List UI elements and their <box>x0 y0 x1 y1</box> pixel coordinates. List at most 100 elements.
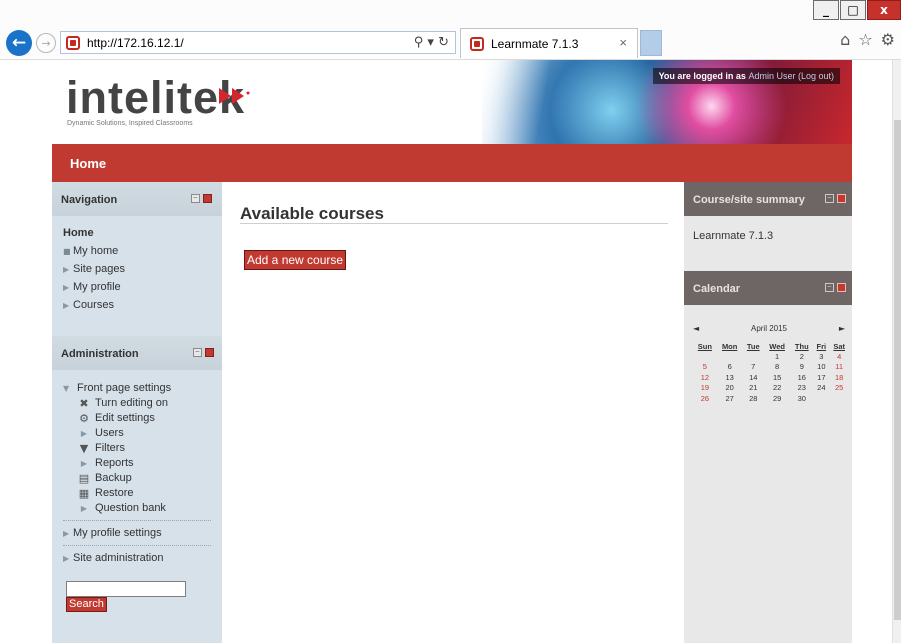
weekday-header: Thu <box>794 341 809 351</box>
calendar-day[interactable]: 21 <box>743 383 764 394</box>
nav-item-courses[interactable]: ▶ Courses <box>63 299 114 311</box>
my-profile-settings-label: My profile settings <box>73 527 162 539</box>
admin-item-filters[interactable]: ▼ Filters <box>77 441 125 455</box>
logout-link[interactable]: (Log out) <box>798 71 834 81</box>
back-arrow-icon[interactable]: ← <box>6 30 32 56</box>
calendar-day[interactable]: 17 <box>813 372 829 383</box>
tab-title[interactable]: Learnmate 7.1.3 <box>491 37 578 51</box>
calendar-week-row: 19 20 21 22 23 24 25 <box>693 383 849 394</box>
calendar-day[interactable]: 3 <box>813 351 829 362</box>
calendar-day[interactable]: 11 <box>829 362 849 373</box>
site-administration[interactable]: ▶ Site administration <box>63 552 164 564</box>
collapse-icon[interactable]: – <box>825 194 834 203</box>
calendar-day[interactable]: 25 <box>829 383 849 394</box>
calendar-day[interactable]: 6 <box>717 362 743 373</box>
calendar-day[interactable]: 20 <box>717 383 743 394</box>
scrollbar-thumb[interactable] <box>894 120 901 620</box>
calendar-week-row: 5 6 7 8 9 10 11 <box>693 362 849 373</box>
calendar-day[interactable]: 22 <box>764 383 790 394</box>
front-page-settings[interactable]: ▼ Front page settings <box>63 382 171 394</box>
search-refresh-icon[interactable]: ⚲ ▾ ↻ <box>414 35 449 50</box>
forward-arrow-icon[interactable]: → <box>36 33 56 53</box>
tab-close-icon[interactable]: × <box>619 35 627 50</box>
settings-gear-icon[interactable]: ⚙ <box>881 30 895 49</box>
main-content: Available courses Add a new course <box>222 182 684 643</box>
admin-search-input[interactable] <box>66 581 186 597</box>
collapse-icon[interactable]: – <box>193 348 202 357</box>
close-button[interactable]: x <box>867 0 901 20</box>
calendar-day[interactable]: 4 <box>829 351 849 362</box>
calendar-day[interactable]: 5 <box>693 362 717 373</box>
admin-item-question-bank[interactable]: ▶ Question bank <box>77 502 166 514</box>
admin-item-users[interactable]: ▶ Users <box>77 427 124 439</box>
calendar-day[interactable]: 8 <box>764 362 790 373</box>
calendar-day[interactable]: 26 <box>693 393 717 404</box>
admin-item-backup[interactable]: ▤ Backup <box>77 472 132 485</box>
calendar-day[interactable]: 24 <box>813 383 829 394</box>
favorites-star-icon[interactable]: ☆ <box>858 30 872 49</box>
calendar-day[interactable]: 2 <box>790 351 813 362</box>
calendar-month[interactable]: April 2015 <box>693 324 845 333</box>
calendar-day[interactable]: 28 <box>743 393 764 404</box>
calendar-day[interactable] <box>813 393 829 404</box>
calendar-day[interactable]: 14 <box>743 372 764 383</box>
calendar-day[interactable]: 27 <box>717 393 743 404</box>
dock-icon[interactable] <box>837 283 846 292</box>
dock-icon[interactable] <box>837 194 846 203</box>
add-new-course-button[interactable]: Add a new course <box>244 250 347 270</box>
browser-tab[interactable]: Learnmate 7.1.3 × <box>460 28 638 58</box>
admin-item-restore[interactable]: ▦ Restore <box>77 487 134 500</box>
address-bar[interactable]: http://172.16.12.1/ ⚲ ▾ ↻ <box>60 31 456 54</box>
admin-item-turn-editing-on[interactable]: ✖ Turn editing on <box>77 397 168 410</box>
home-icon[interactable]: ⌂ <box>840 30 850 49</box>
collapse-icon[interactable]: – <box>825 283 834 292</box>
admin-item-label: Turn editing on <box>95 397 168 409</box>
login-user-link[interactable]: Admin User <box>748 71 795 81</box>
nav-item-site-pages[interactable]: ▶ Site pages <box>63 263 125 275</box>
calendar-day[interactable]: 19 <box>693 383 717 394</box>
expand-arrow-icon: ▶ <box>80 428 88 438</box>
collapse-icon[interactable]: – <box>191 194 200 203</box>
address-url[interactable]: http://172.16.12.1/ <box>87 36 184 50</box>
calendar-day[interactable]: 1 <box>764 351 790 362</box>
admin-item-reports[interactable]: ▶ Reports <box>77 457 134 469</box>
minimize-button[interactable]: _ <box>813 0 839 20</box>
calendar-day[interactable] <box>743 351 764 362</box>
admin-search-button[interactable]: Search <box>66 597 107 612</box>
admin-item-label: Question bank <box>95 502 166 514</box>
next-month-icon[interactable]: ► <box>839 324 845 333</box>
moodle-page: intelitek Dynamic Solutions, Inspired Cl… <box>52 60 852 643</box>
calendar-day[interactable]: 15 <box>764 372 790 383</box>
calendar-day[interactable] <box>693 351 717 362</box>
new-tab-button[interactable] <box>640 30 662 56</box>
calendar-day[interactable]: 10 <box>813 362 829 373</box>
navbar-home-link[interactable]: Home <box>70 156 106 171</box>
filter-icon: ▼ <box>79 441 89 455</box>
nav-item-my-home[interactable]: ■ My home <box>63 245 118 257</box>
nav-home-link[interactable]: Home <box>63 227 94 239</box>
calendar-day[interactable]: 9 <box>790 362 813 373</box>
calendar-day[interactable] <box>829 393 849 404</box>
calendar-week-row: 1 2 3 4 <box>693 351 849 362</box>
calendar-day[interactable]: 18 <box>829 372 849 383</box>
page-scrollbar[interactable] <box>892 60 901 643</box>
maximize-button[interactable]: □ <box>840 0 866 20</box>
expand-arrow-icon: ▶ <box>63 282 70 292</box>
calendar-day[interactable]: 16 <box>790 372 813 383</box>
calendar-day[interactable]: 29 <box>764 393 790 404</box>
dock-icon[interactable] <box>205 348 214 357</box>
calendar-day[interactable] <box>717 351 743 362</box>
dock-icon[interactable] <box>203 194 212 203</box>
weekday-header: Sat <box>833 341 846 351</box>
login-info: You are logged in as Admin User (Log out… <box>652 68 840 84</box>
calendar-day[interactable]: 30 <box>790 393 813 404</box>
gear-icon: ⚙ <box>79 411 89 425</box>
previous-month-icon[interactable]: ◄ <box>693 324 699 333</box>
admin-item-edit-settings[interactable]: ⚙ Edit settings <box>77 411 155 425</box>
calendar-day[interactable]: 12 <box>693 372 717 383</box>
my-profile-settings[interactable]: ▶ My profile settings <box>63 527 162 539</box>
calendar-day[interactable]: 7 <box>743 362 764 373</box>
calendar-day[interactable]: 23 <box>790 383 813 394</box>
calendar-day[interactable]: 13 <box>717 372 743 383</box>
nav-item-my-profile[interactable]: ▶ My profile <box>63 281 121 293</box>
